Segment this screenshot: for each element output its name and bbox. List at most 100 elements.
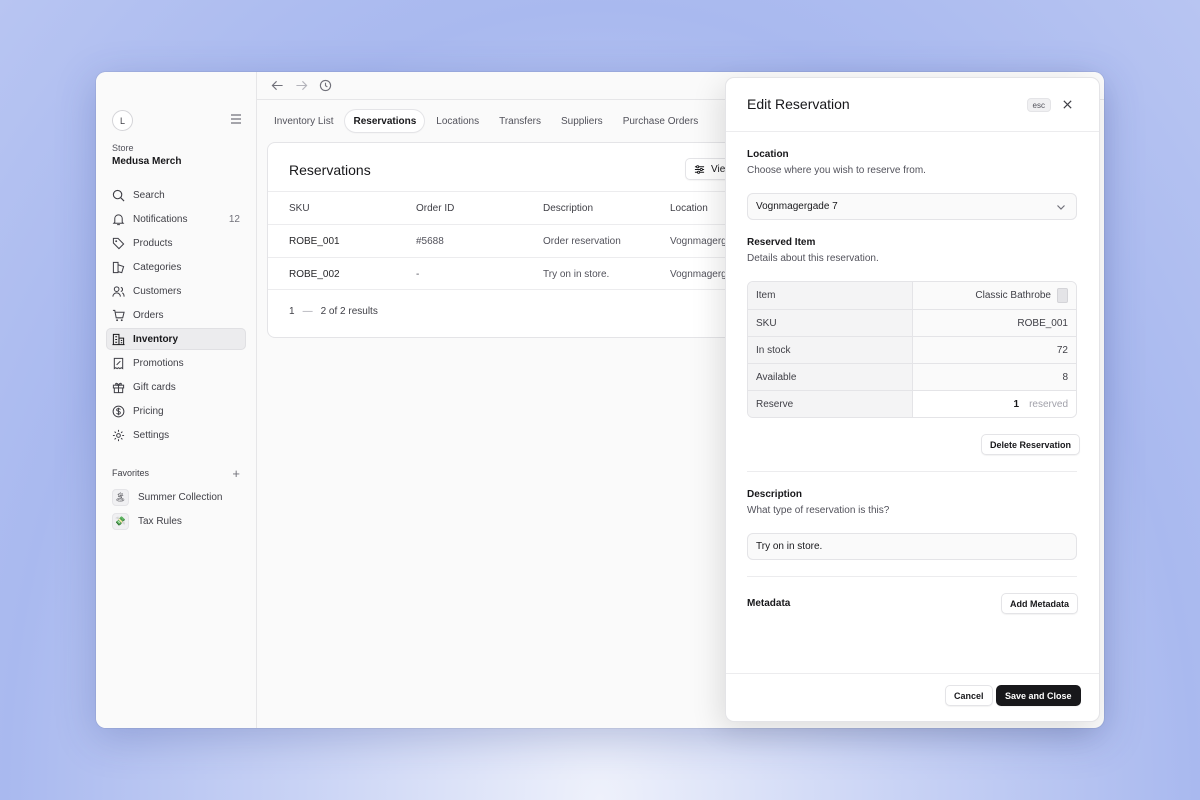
- shapes-icon: [112, 261, 125, 273]
- sidebar-item-label: Notifications: [133, 213, 188, 225]
- sidebar-item-categories[interactable]: Categories: [106, 256, 246, 278]
- column-header[interactable]: Description: [543, 203, 593, 214]
- pager-page: 1: [289, 306, 295, 317]
- save-and-close-button[interactable]: Save and Close: [996, 685, 1081, 706]
- column-header[interactable]: Location: [670, 203, 708, 214]
- divider: [747, 576, 1077, 577]
- item-value: ROBE_001: [913, 310, 1076, 336]
- table-row[interactable]: ROBE_001 #5688 Order reservation Vognmag…: [268, 224, 786, 257]
- divider: [747, 471, 1077, 472]
- sku-row: SKU ROBE_001: [748, 309, 1076, 336]
- table-cell-description: Try on in store.: [543, 269, 610, 280]
- forward-arrow-icon[interactable]: [295, 79, 308, 92]
- favorite-summer-collection[interactable]: 🏝 Summer Collection: [112, 486, 242, 508]
- item-key: Reserve: [748, 391, 913, 417]
- tab-locations[interactable]: Locations: [428, 110, 487, 132]
- item-key: SKU: [748, 310, 913, 336]
- location-select-value: Vognmagergade 7: [756, 201, 838, 212]
- gift-icon: [112, 382, 125, 393]
- reserve-row: Reserve 1 reserved: [748, 390, 1076, 417]
- column-header[interactable]: SKU: [289, 203, 310, 214]
- reserved-item-table: Item Classic Bathrobe SKU ROBE_001 In st…: [747, 281, 1077, 418]
- reserved-item-description: Details about this reservation.: [747, 253, 879, 264]
- item-value: Classic Bathrobe: [975, 290, 1051, 301]
- column-header[interactable]: Order ID: [416, 203, 454, 214]
- sidebar: L Store Medusa Merch Search Notification…: [96, 72, 257, 728]
- favorites-label: Favorites: [112, 468, 150, 478]
- sidebar-item-gift-cards[interactable]: Gift cards: [106, 376, 246, 398]
- notification-count: 12: [228, 213, 240, 225]
- gear-icon: [112, 429, 125, 441]
- location-select[interactable]: Vognmagergade 7: [747, 193, 1077, 220]
- sidebar-item-settings[interactable]: Settings: [106, 424, 246, 446]
- reservations-card: Reservations View SKU Order ID Descripti…: [267, 142, 787, 338]
- add-favorite-icon[interactable]: +: [232, 466, 240, 481]
- avatar[interactable]: L: [112, 110, 133, 131]
- sidebar-item-customers[interactable]: Customers: [106, 280, 246, 302]
- dollar-circle-icon: [112, 405, 125, 417]
- table-cell-sku: ROBE_002: [289, 269, 340, 280]
- reserve-quantity: 1: [1013, 398, 1020, 410]
- reserve-unit: reserved: [1029, 398, 1068, 410]
- sidebar-item-label: Promotions: [133, 357, 184, 369]
- delete-reservation-button[interactable]: Delete Reservation: [981, 434, 1081, 455]
- sidebar-item-notifications[interactable]: Notifications 12: [106, 208, 246, 230]
- store-name: Medusa Merch: [112, 156, 182, 167]
- esc-kbd-hint: esc: [1026, 98, 1051, 112]
- sidebar-item-orders[interactable]: Orders: [106, 304, 246, 326]
- available-row: Available 8: [748, 363, 1076, 390]
- tab-transfers[interactable]: Transfers: [491, 110, 549, 132]
- sidebar-item-label: Settings: [133, 429, 170, 441]
- reserved-item-label: Reserved Item: [747, 237, 816, 248]
- store-label: Store: [112, 143, 134, 153]
- back-arrow-icon[interactable]: [271, 79, 284, 92]
- hamburger-menu-icon[interactable]: [230, 114, 242, 124]
- users-icon: [112, 285, 125, 297]
- tab-purchase-orders[interactable]: Purchase Orders: [615, 110, 707, 132]
- inventory-tabs: Inventory List Reservations Locations Tr…: [266, 110, 706, 132]
- table-cell-order-id: #5688: [416, 236, 444, 247]
- description-help: What type of reservation is this?: [747, 505, 890, 516]
- close-icon[interactable]: [1062, 99, 1073, 110]
- sidebar-item-products[interactable]: Products: [106, 232, 246, 254]
- favorite-label: Tax Rules: [138, 515, 182, 527]
- sliders-icon: [694, 164, 705, 174]
- sidebar-item-label: Gift cards: [133, 381, 176, 393]
- table-cell-order-id: -: [416, 269, 420, 280]
- sidebar-item-inventory[interactable]: Inventory: [106, 328, 246, 350]
- building-icon: [112, 333, 125, 345]
- location-description: Choose where you wish to reserve from.: [747, 165, 926, 176]
- cancel-button[interactable]: Cancel: [945, 685, 993, 706]
- history-clock-icon[interactable]: [319, 79, 332, 92]
- pager-dash: —: [302, 306, 313, 317]
- description-input[interactable]: Try on in store.: [747, 533, 1077, 560]
- sidebar-item-promotions[interactable]: Promotions: [106, 352, 246, 374]
- favorite-tax-rules[interactable]: 💸 Tax Rules: [112, 510, 242, 532]
- page-title: Reservations: [289, 162, 371, 178]
- sidebar-item-label: Inventory: [133, 333, 179, 345]
- tab-inventory-list[interactable]: Inventory List: [266, 110, 341, 132]
- tab-suppliers[interactable]: Suppliers: [553, 110, 611, 132]
- table-header-row: SKU Order ID Description Location: [268, 191, 786, 224]
- island-icon: 🏝: [112, 488, 129, 506]
- add-metadata-button[interactable]: Add Metadata: [1001, 593, 1079, 614]
- drawer-footer: Cancel Save and Close: [726, 673, 1099, 721]
- sidebar-item-pricing[interactable]: Pricing: [106, 400, 246, 422]
- sidebar-item-search[interactable]: Search: [106, 184, 246, 206]
- reserve-quantity-input[interactable]: 1 reserved: [913, 391, 1076, 417]
- sidebar-item-label: Products: [133, 237, 173, 249]
- item-key: In stock: [748, 337, 913, 363]
- drawer-title: Edit Reservation: [747, 96, 850, 112]
- table-row[interactable]: ROBE_002 - Try on in store. Vognmagergad…: [268, 257, 786, 290]
- favorites-list: 🏝 Summer Collection 💸 Tax Rules: [112, 486, 242, 534]
- store-switcher[interactable]: L: [112, 110, 242, 132]
- cart-icon: [112, 309, 125, 321]
- receipt-percent-icon: [113, 357, 124, 370]
- chevron-down-icon: [1057, 205, 1065, 210]
- drawer-header: Edit Reservation esc: [726, 78, 1099, 132]
- tab-reservations[interactable]: Reservations: [345, 110, 425, 132]
- description-label: Description: [747, 489, 803, 500]
- pager-results: 2 of 2 results: [320, 306, 378, 317]
- sidebar-item-label: Categories: [133, 261, 182, 273]
- item-key: Available: [748, 364, 913, 390]
